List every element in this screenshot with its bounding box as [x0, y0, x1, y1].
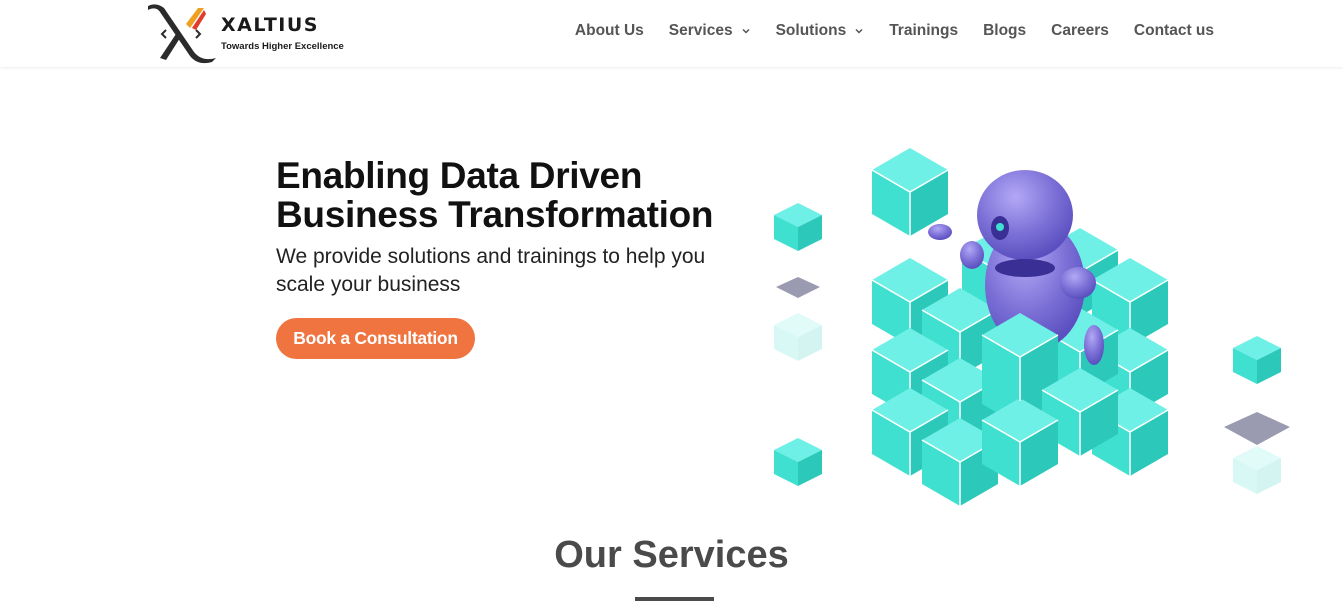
hero-title: Enabling Data Driven Business Transforma… [276, 155, 714, 235]
site-header: XALTIUS Towards Higher Excellence About … [0, 0, 1343, 67]
robot-on-cubes-illustration [774, 147, 1290, 507]
brand-tagline: Towards Higher Excellence [221, 41, 344, 52]
book-consultation-button[interactable]: Book a Consultation [276, 318, 475, 359]
nav-item-label: Blogs [983, 22, 1027, 39]
nav-item-blogs[interactable]: Blogs [983, 22, 1026, 40]
nav-item-label: Trainings [889, 22, 959, 39]
hero-subtitle: We provide solutions and trainings to he… [276, 245, 706, 296]
nav-item-careers[interactable]: Careers [1051, 22, 1109, 40]
nav-item-label: Careers [1051, 22, 1109, 39]
brand-name: XALTIUS [221, 14, 319, 36]
main-nav: About Us Services Solutions Trainings Bl… [550, 22, 1214, 40]
brand-logo[interactable]: XALTIUS Towards Higher Excellence [146, 0, 346, 64]
nav-item-trainings[interactable]: Trainings [889, 22, 958, 40]
nav-item-label: Solutions [775, 22, 847, 39]
nav-item-contact-us[interactable]: Contact us [1134, 22, 1214, 40]
nav-item-services[interactable]: Services [669, 22, 751, 40]
chevron-down-icon [855, 28, 863, 34]
nav-item-label: About Us [574, 22, 644, 39]
nav-item-solutions[interactable]: Solutions [776, 22, 865, 40]
chevron-down-icon [742, 28, 750, 34]
nav-item-about-us[interactable]: About Us [575, 22, 644, 40]
section-title-our-services: Our Services [554, 534, 789, 576]
hero-title-line1: Enabling Data Driven [276, 155, 643, 196]
section-title-underline [635, 597, 714, 601]
nav-item-label: Contact us [1133, 22, 1214, 39]
hero-title-line2: Business Transformation [276, 194, 714, 235]
xaltius-logo-icon [148, 4, 216, 64]
nav-item-label: Services [668, 22, 733, 39]
